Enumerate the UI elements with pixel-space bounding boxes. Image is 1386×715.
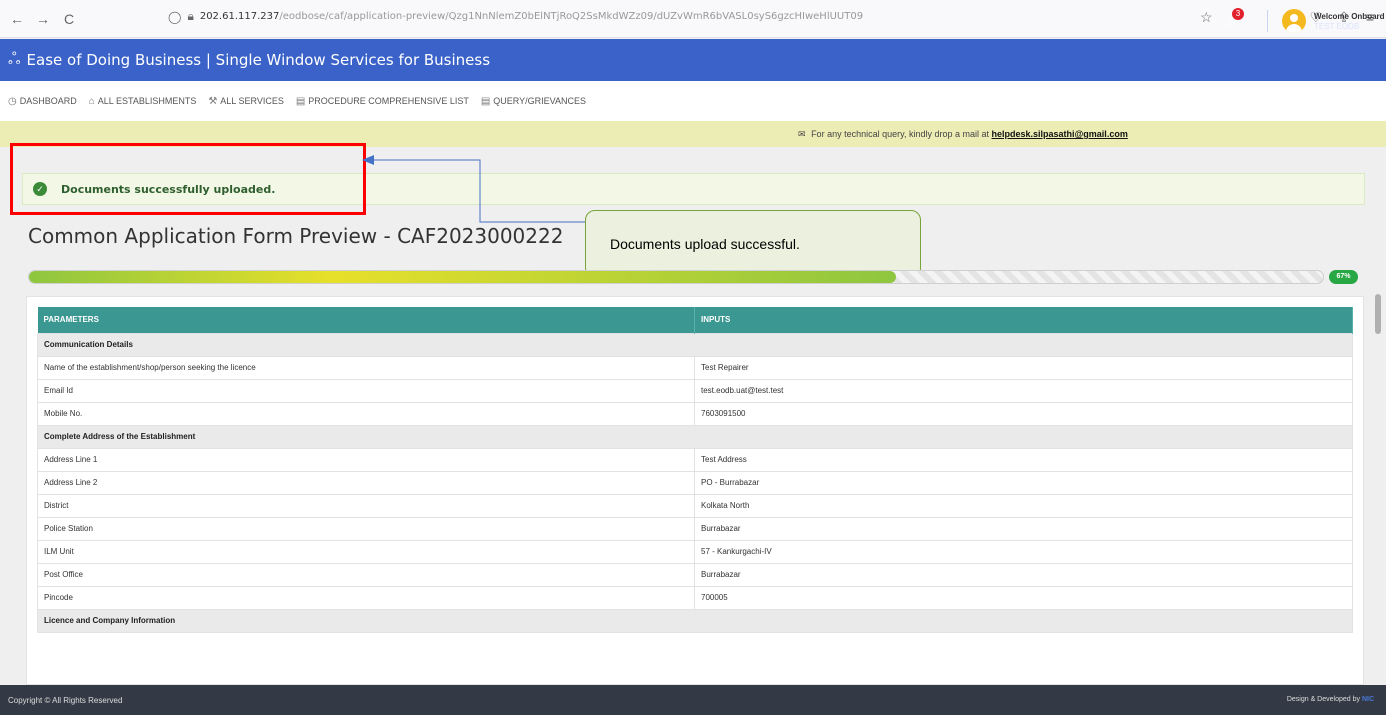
param-cell: Email Id <box>37 378 695 403</box>
forward-arrow-icon[interactable]: → <box>32 11 54 27</box>
nav-label: QUERY/GRIEVANCES <box>493 96 586 106</box>
value-cell: Test Address <box>694 447 1353 472</box>
table-row: Email Id test.eodb.uat@test.test <box>37 378 1353 403</box>
footer: Copyright © All Rights Reserved Design &… <box>0 685 1386 715</box>
value-cell: Burrabazar <box>694 516 1353 541</box>
table-row: Address Line 1 Test Address <box>37 447 1353 472</box>
user-name: TEST EODB <box>1314 22 1360 31</box>
table-row: Post Office Burrabazar <box>37 562 1353 587</box>
param-cell: Pincode <box>37 585 695 610</box>
nav-label: ALL ESTABLISHMENTS <box>97 96 197 106</box>
preview-panel: PARAMETERS INPUTS Communication Details … <box>26 296 1364 685</box>
param-cell: Mobile No. <box>37 401 695 426</box>
progress-fill <box>29 271 896 283</box>
value-cell: 700005 <box>694 585 1353 610</box>
nic-logo: NIC <box>1361 696 1374 703</box>
building-icon: ⌂ <box>88 95 95 107</box>
notice-text: For any technical query, kindly drop a m… <box>811 129 989 139</box>
nav-label: PROCEDURE COMPREHENSIVE LIST <box>308 96 469 106</box>
section-row: Communication Details <box>37 332 1353 357</box>
section-licence: Licence and Company Information <box>37 608 1353 633</box>
footer-credit: Design & Developed by NIC <box>1287 696 1374 703</box>
address-bar[interactable]: ◯ 🔒︎ 202.61.117.237 /eodbose/caf/applica… <box>168 9 863 24</box>
page-title: Common Application Form Preview - CAF202… <box>28 224 564 248</box>
lock-icon: 🔒︎ <box>187 9 194 23</box>
param-cell: Police Station <box>37 516 695 541</box>
url-path: /eodbose/caf/application-preview/Qzg1NnN… <box>279 11 864 22</box>
app-title[interactable]: Ease of Doing Business | Single Window S… <box>27 51 490 69</box>
notice-text-wrap: ✉ For any technical query, kindly drop a… <box>798 129 1128 140</box>
section-address: Complete Address of the Establishment <box>37 424 1353 449</box>
url-host: 202.61.117.237 <box>199 11 280 22</box>
nav-all-services[interactable]: ⚒ ALL SERVICES <box>208 96 284 107</box>
nav-label: ALL SERVICES <box>220 96 284 106</box>
table-row: Address Line 2 PO - Burrabazar <box>37 470 1353 495</box>
list-icon: ▤ <box>295 95 306 107</box>
table-row: Police Station Burrabazar <box>37 516 1353 541</box>
nav-query-grievances[interactable]: ▤ QUERY/GRIEVANCES <box>481 96 586 107</box>
user-menu[interactable]: Welcome Onboard TEST EODB <box>1314 12 1385 32</box>
progress-bar <box>28 270 1324 284</box>
nav-label: DASHBOARD <box>19 96 77 106</box>
nav-procedure-list[interactable]: ▤ PROCEDURE COMPREHENSIVE LIST <box>296 96 469 107</box>
callout-box: Documents upload successful. <box>585 210 921 278</box>
param-cell: Post Office <box>37 562 695 587</box>
table-row: District Kolkata North <box>37 493 1353 518</box>
credit-text: Design & Developed by <box>1286 696 1360 703</box>
table-row: Mobile No. 7603091500 <box>37 401 1353 426</box>
section-row: Complete Address of the Establishment <box>37 424 1353 449</box>
value-cell: test.eodb.uat@test.test <box>694 378 1353 403</box>
wrench-icon: ⚒ <box>208 95 218 107</box>
page-scrollbar[interactable] <box>1375 294 1381 334</box>
value-cell: PO - Burrabazar <box>694 470 1353 495</box>
logo-icon: ஃ <box>8 51 21 68</box>
value-cell: 57 - Kankurgachi-IV <box>694 539 1353 564</box>
reload-icon[interactable]: C <box>58 11 80 27</box>
progress-badge: 67% <box>1329 270 1358 284</box>
helpdesk-email-link[interactable]: helpdesk.silpasathi@gmail.com <box>992 129 1128 139</box>
param-cell: ILM Unit <box>37 539 695 564</box>
bookmark-star-icon[interactable]: ☆ <box>1200 9 1213 26</box>
section-row: Licence and Company Information <box>37 608 1353 633</box>
main-nav: ◷ DASHBOARD ⌂ ALL ESTABLISHMENTS ⚒ ALL S… <box>0 81 1386 121</box>
app-header: ஃ Ease of Doing Business | Single Window… <box>0 39 1386 81</box>
param-cell: District <box>37 493 695 518</box>
value-cell: Kolkata North <box>694 493 1353 518</box>
mail-icon: ✉ <box>798 129 806 139</box>
table-row: Pincode 700005 <box>37 585 1353 610</box>
table-row: ILM Unit 57 - Kankurgachi-IV <box>37 539 1353 564</box>
value-cell: 7603091500 <box>694 401 1353 426</box>
param-cell: Address Line 1 <box>37 447 695 472</box>
callout-text: Documents upload successful. <box>610 236 800 252</box>
dashboard-icon: ◷ <box>8 95 17 107</box>
value-cell: Burrabazar <box>694 562 1353 587</box>
section-communication: Communication Details <box>37 332 1353 357</box>
value-cell: Test Repairer <box>694 355 1353 380</box>
header-divider <box>1267 10 1268 32</box>
list-icon: ▤ <box>480 95 491 107</box>
nav-all-establishments[interactable]: ⌂ ALL ESTABLISHMENTS <box>89 96 197 107</box>
nav-dashboard[interactable]: ◷ DASHBOARD <box>8 96 77 107</box>
param-cell: Address Line 2 <box>37 470 695 495</box>
header-inputs: INPUTS <box>694 307 1353 333</box>
back-arrow-icon[interactable]: ← <box>6 11 28 27</box>
welcome-text: Welcome Onboard <box>1314 12 1385 21</box>
table-header-row: PARAMETERS INPUTS <box>37 307 1353 333</box>
shield-icon: ◯ <box>168 9 182 24</box>
param-cell: Name of the establishment/shop/person se… <box>37 355 695 380</box>
highlight-box <box>10 143 366 215</box>
copyright-text: Copyright © All Rights Reserved <box>8 695 123 705</box>
header-parameters: PARAMETERS <box>37 307 695 333</box>
preview-table: PARAMETERS INPUTS Communication Details … <box>37 307 1353 633</box>
notification-badge: 3 <box>1232 8 1244 20</box>
avatar[interactable] <box>1282 9 1306 33</box>
table-row: Name of the establishment/shop/person se… <box>37 355 1353 380</box>
